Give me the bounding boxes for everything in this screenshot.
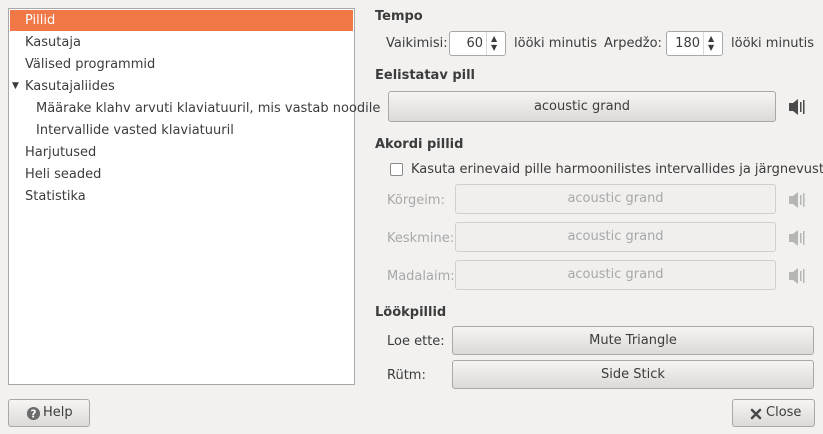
close-icon <box>750 408 762 420</box>
tree-item-statistika[interactable]: Statistika <box>10 186 353 207</box>
different-instruments-checkbox[interactable] <box>390 163 403 176</box>
lowest-instrument-button[interactable]: acoustic grand <box>455 260 776 290</box>
tree-item-valised-programmid[interactable]: Välised programmid <box>10 54 353 75</box>
tree-item-label: Kasutajaliides <box>25 79 115 94</box>
help-button[interactable]: ? Help <box>8 399 90 427</box>
tree-item-harjutused[interactable]: Harjutused <box>10 142 353 163</box>
spin-down-icon[interactable]: ▼ <box>491 44 497 52</box>
speaker-icon[interactable] <box>787 266 807 286</box>
arpeggio-tempo-spinbox[interactable]: 180 ▲ ▼ <box>666 31 723 56</box>
lowest-label: Madalaim: <box>387 269 455 284</box>
speaker-icon[interactable] <box>787 228 807 248</box>
tree-item-kasutajaliides[interactable]: ▼ Kasutajaliides <box>10 76 353 97</box>
arpeggio-tempo-value: 180 <box>675 36 700 51</box>
tree-item-intervallide-vasted[interactable]: Intervallide vasted klaviatuuril <box>10 120 353 141</box>
tree-item-klahv-noodile[interactable]: Määrake klahv arvuti klaviatuuril, mis v… <box>10 98 380 119</box>
default-tempo-spinbox[interactable]: 60 ▲ ▼ <box>449 31 506 56</box>
highest-instrument-button[interactable]: acoustic grand <box>455 184 776 214</box>
middle-instrument-button[interactable]: acoustic grand <box>455 222 776 252</box>
spin-up-icon[interactable]: ▲ <box>708 35 714 43</box>
arpeggio-tempo-label: Arpedžo: <box>604 36 662 51</box>
arpeggio-tempo-unit: lööki minutis <box>731 36 815 51</box>
spin-arrows[interactable]: ▲ ▼ <box>486 32 505 55</box>
default-tempo-label: Vaikimisi: <box>386 36 448 51</box>
rhythm-instrument-button[interactable]: Side Stick <box>452 360 814 389</box>
speaker-icon[interactable] <box>787 97 807 117</box>
percussion-heading: Löökpillid <box>375 305 447 320</box>
preferred-instrument-button[interactable]: acoustic grand <box>388 91 776 122</box>
highest-label: Kõrgeim: <box>387 193 445 208</box>
spin-up-icon[interactable]: ▲ <box>491 35 497 43</box>
expander-arrow-icon[interactable]: ▼ <box>12 76 19 97</box>
spin-arrows[interactable]: ▲ ▼ <box>703 32 722 55</box>
chord-instruments-heading: Akordi pillid <box>375 137 464 152</box>
category-tree[interactable]: Pillid Kasutaja Välised programmid ▼ Kas… <box>8 8 380 385</box>
middle-label: Keskmine: <box>387 231 455 246</box>
tree-item-label: Määrake klahv arvuti klaviatuuril, mis v… <box>36 101 381 116</box>
tree-item-pillid[interactable]: Pillid <box>10 10 353 31</box>
tempo-heading: Tempo <box>375 9 423 24</box>
default-tempo-value: 60 <box>466 36 483 51</box>
close-label: Close <box>766 405 802 420</box>
tree-item-label: Pillid <box>25 13 56 28</box>
spin-down-icon[interactable]: ▼ <box>708 44 714 52</box>
svg-text:?: ? <box>31 408 37 420</box>
tree-item-label: Harjutused <box>25 145 97 160</box>
tree-item-label: Kasutaja <box>25 35 81 50</box>
tree-item-label: Heli seaded <box>25 167 102 182</box>
preferred-instrument-heading: Eelistatav pill <box>375 68 475 83</box>
tree-item-label: Välised programmid <box>25 57 156 72</box>
tree-item-heli-seaded[interactable]: Heli seaded <box>10 164 353 185</box>
close-button[interactable]: Close <box>732 399 815 427</box>
rhythm-label: Rütm: <box>387 368 426 383</box>
count-in-label: Loe ette: <box>387 334 445 349</box>
help-label: Help <box>43 405 73 420</box>
tree-item-label: Statistika <box>25 189 86 204</box>
speaker-icon[interactable] <box>787 190 807 210</box>
tree-item-kasutaja[interactable]: Kasutaja <box>10 32 353 53</box>
help-icon: ? <box>26 406 41 420</box>
different-instruments-label[interactable]: Kasuta erinevaid pille harmoonilistes in… <box>411 162 823 177</box>
tree-item-label: Intervallide vasted klaviatuuril <box>36 123 234 138</box>
default-tempo-unit: lööki minutis <box>514 36 598 51</box>
count-in-instrument-button[interactable]: Mute Triangle <box>452 326 814 355</box>
